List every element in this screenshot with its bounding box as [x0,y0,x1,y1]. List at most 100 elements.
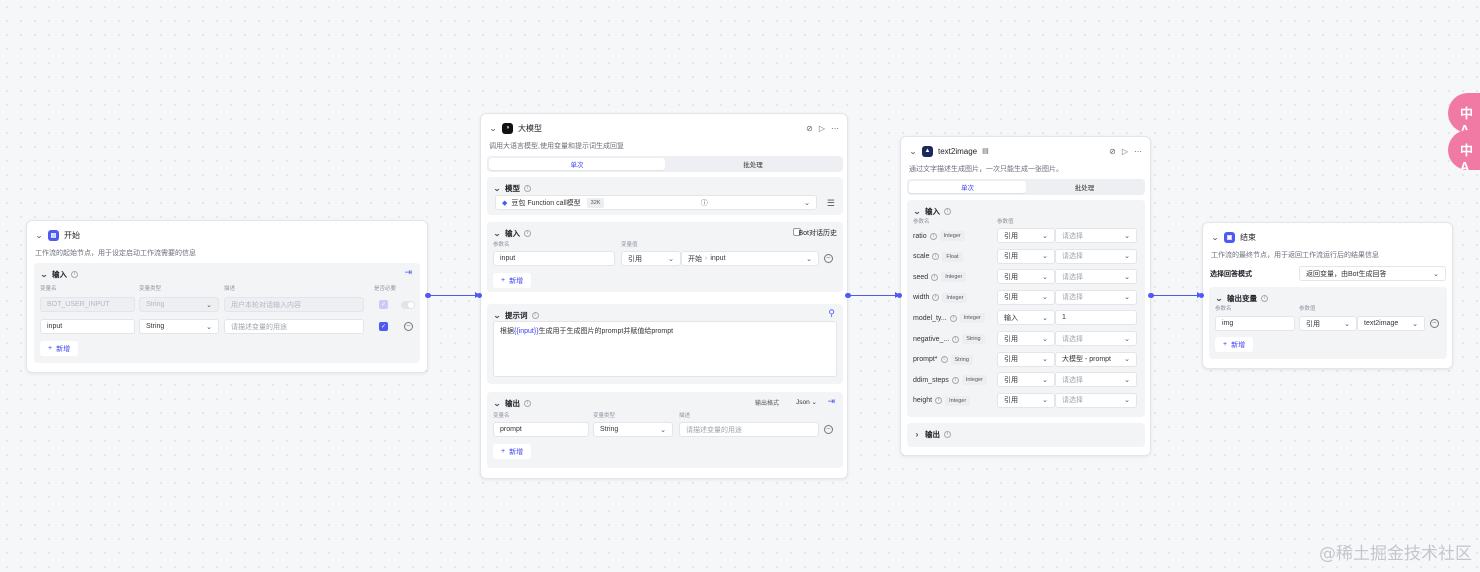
llm-node-icon: ◑ [502,122,513,134]
model-context-badge: 32K [586,197,605,208]
collapse-icon[interactable]: ⌄ [908,147,918,156]
add-button[interactable]: + 新增 [493,273,532,288]
tab-batch[interactable]: 批处理 [1026,181,1143,193]
col-header-param: 参数名 [913,219,930,225]
tab-single[interactable]: 单次 [489,158,665,170]
collapse-icon[interactable]: ⌄ [39,270,49,279]
collapse-icon[interactable]: ⌄ [492,311,502,320]
value-mode-select[interactable]: 引用 ⌄ [997,351,1055,367]
value-mode-select[interactable]: 引用 ⌄ [997,269,1055,285]
value-mode-select[interactable]: 引用 ⌄ [997,289,1055,305]
expand-icon[interactable]: › [912,430,922,439]
collapse-icon[interactable]: ⌄ [492,184,502,193]
settings-icon[interactable]: ☰ [827,198,835,209]
doc-icon[interactable]: ▤ [982,147,989,155]
value-ref-select[interactable]: 请选择 ⌄ [1055,269,1137,285]
var-type-select[interactable]: String ⌄ [593,422,673,437]
input-section: ⌄ 输入 i 参数名 参数值 ratio i Integer 引用 ⌄ 请选择 ⌄ sca… [907,200,1145,417]
more-icon[interactable]: ⋯ [831,124,839,133]
value-mode-select[interactable]: 引用 ⌄ [997,228,1055,243]
var-desc-field[interactable]: 请描述变量的用途 [224,319,364,334]
remove-icon[interactable]: – [824,425,833,434]
answer-mode-select[interactable]: 返回变量，由Bot生成回答 ⌄ [1299,266,1446,281]
var-desc-field[interactable]: 请描述变量的用途 [679,422,819,437]
value-ref-select[interactable]: 开始 › input ⌄ [681,251,819,266]
output-format-label: 输出格式 [754,401,779,407]
collapse-icon[interactable]: ⌄ [492,229,502,238]
param-type-badge: Integer [959,313,985,324]
value-ref-select[interactable]: 请选择 ⌄ [1055,331,1137,346]
value-mode-select[interactable]: 引用 ⌄ [997,248,1055,264]
input-port[interactable] [897,293,902,298]
chevron-down-icon: ⌄ [1042,335,1048,343]
value-mode-select[interactable]: 引用 ⌄ [997,392,1055,408]
value-ref-select[interactable]: 请选择 ⌄ [1055,392,1137,408]
required-checkbox[interactable]: ✓ [379,322,388,331]
value-ref-select[interactable]: 请选择 ⌄ [1055,289,1137,305]
add-button[interactable]: + 新增 [493,444,532,459]
value-mode-select[interactable]: 引用 ⌄ [621,251,681,266]
llm-node[interactable]: ⌄ ◑ 大模型 ⊘ ▷ ⋯ 调用大语言模型,使用变量和提示词生成回复 单次 批处理 … [480,113,848,479]
text2image-node[interactable]: ⌄ ▲ text2image ▤ ⊘ ▷ ⋯ 通过文字描述生成图片，一次只能生成一张… [900,136,1151,456]
output-port[interactable] [1148,293,1153,298]
floating-translate-button[interactable]: 中A [1448,93,1480,133]
model-select[interactable]: ◆ 豆包 Function call模型 32K ⓘ ⌄ [495,195,817,210]
value-ref-select[interactable]: 请选择 ⌄ [1055,228,1137,243]
export-icon[interactable]: ⇥ [404,267,412,278]
value-mode-select[interactable]: 引用 ⌄ [997,331,1055,346]
output-port[interactable] [425,293,430,298]
toggle-switch[interactable] [401,301,415,309]
var-name-field[interactable]: prompt [493,422,589,437]
value-mode-select[interactable]: 引用 ⌄ [997,372,1055,388]
col-header-var: 变量名 [493,413,510,419]
value-ref-select[interactable]: 请选择 ⌄ [1055,372,1137,388]
value-ref-select[interactable]: 请选择 ⌄ [1055,248,1137,264]
remove-icon[interactable]: – [404,322,413,331]
collapse-icon[interactable]: ⌄ [912,207,922,216]
start-node[interactable]: ⌄ ▤ 开始 工作流的起始节点，用于设定启动工作流需要的信息 ⌄ 输入 i ⇥ 变量… [26,220,428,373]
debug-off-icon[interactable]: ⊘ [1109,147,1116,156]
floating-translate-button[interactable]: 中A [1448,130,1480,170]
tab-batch[interactable]: 批处理 [665,158,841,170]
collapse-icon[interactable]: ⌄ [1210,233,1220,242]
prompt-template-icon[interactable]: ⚲ [828,308,835,319]
run-icon[interactable]: ▷ [1122,147,1128,156]
param-name-field[interactable]: input [493,251,615,266]
section-title: 提示词 [505,311,528,320]
value-ref-select[interactable]: 大模型 - prompt ⌄ [1055,351,1137,367]
input-port[interactable] [477,293,482,298]
value-ref-select[interactable]: text2image ⌄ [1357,316,1425,331]
param-name: scale i Float [913,251,963,262]
input-port[interactable] [1199,293,1204,298]
collapse-icon[interactable]: ⌄ [492,399,502,408]
param-name-field[interactable]: img [1215,316,1295,331]
run-icon[interactable]: ▷ [819,124,825,133]
chevron-down-icon: ⌄ [1344,320,1350,328]
output-port[interactable] [845,293,850,298]
tab-single[interactable]: 单次 [909,181,1026,193]
export-icon[interactable]: ⇥ [827,396,835,407]
chevron-down-icon: ⌄ [206,323,212,331]
info-icon: i [935,397,943,405]
section-title: 输入 [925,207,940,216]
debug-off-icon[interactable]: ⊘ [806,124,813,133]
value-mode-select[interactable]: 输入 ⌄ [997,310,1055,326]
output-format-select[interactable]: Json ⌄ [796,398,817,406]
value-mode-select[interactable]: 引用 ⌄ [1299,316,1357,331]
end-node[interactable]: ⌄ ▣ 结束 工作流的最终节点，用于返回工作流运行后的结果信息 选择回答模式 返… [1202,222,1453,369]
prompt-editor[interactable]: 根据{{input}}生成用于生成图片的prompt并赋值给prompt [493,321,837,377]
var-type-select[interactable]: String ⌄ [139,319,219,334]
section-title: 模型 [505,184,520,193]
value-ref-select[interactable]: 1 [1055,310,1137,326]
more-icon[interactable]: ⋯ [1134,147,1142,156]
remove-icon[interactable]: – [1430,319,1439,328]
remove-icon[interactable]: – [824,254,833,263]
add-button[interactable]: + 新增 [1215,337,1254,352]
var-name-field[interactable]: input [40,319,135,334]
collapse-icon[interactable]: ⌄ [34,231,44,240]
collapse-icon[interactable]: ⌄ [1214,294,1224,303]
collapse-icon[interactable]: ⌄ [488,124,498,133]
answer-mode-label: 选择回答模式 [1210,271,1252,278]
add-button[interactable]: + 新增 [40,341,79,356]
col-header-desc: 描述 [679,413,691,419]
